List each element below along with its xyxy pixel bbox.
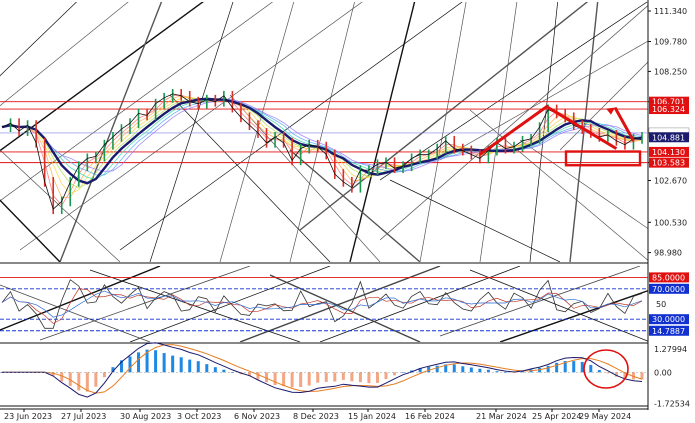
macd-y-tick-label: -1.72534 — [654, 400, 690, 409]
macd-histogram-bar — [307, 372, 311, 386]
x-tick-label: 15 Jan 2024 — [348, 412, 396, 421]
x-tick-label: 30 Aug 2023 — [120, 412, 171, 421]
macd-histogram-bar — [384, 372, 388, 380]
macd-histogram-bar — [572, 361, 576, 373]
macd-histogram-bar — [589, 364, 593, 373]
macd-y-tick-label: 1.27994 — [654, 345, 687, 354]
x-tick-label: 29 May 2024 — [579, 412, 631, 421]
macd-histogram-bar — [273, 372, 277, 385]
y-tick-label: 108.250 — [654, 67, 687, 76]
macd-histogram-bar — [128, 356, 132, 373]
price-level-tag-label: 103.583 — [652, 159, 685, 168]
y-tick-label: 102.670 — [654, 176, 687, 185]
macd-histogram-bar — [282, 372, 286, 387]
macd-histogram-bar — [393, 372, 397, 376]
macd-histogram-bar — [435, 365, 439, 373]
macd-histogram-bar — [299, 372, 303, 388]
macd-histogram-bar — [179, 357, 183, 373]
macd-histogram-bar — [222, 369, 226, 373]
x-tick-label: 21 Mar 2024 — [476, 412, 527, 421]
macd-histogram-bar — [546, 365, 550, 373]
macd-histogram-bar — [85, 372, 89, 392]
macd-histogram-bar — [375, 372, 379, 383]
macd-histogram-bar — [452, 364, 456, 373]
macd-histogram-bar — [196, 361, 200, 373]
macd-histogram-bar — [333, 372, 337, 382]
macd-y-tick-label: 0.00 — [654, 368, 672, 377]
macd-histogram-bar — [367, 372, 371, 384]
x-tick-label: 23 Jun 2023 — [4, 412, 52, 421]
price-level-tag-label: 106.324 — [652, 105, 685, 114]
chart-container: 111.340109.780108.250105.103102.670100.5… — [0, 0, 695, 423]
macd-histogram-bar — [154, 350, 158, 373]
macd-histogram-bar — [256, 372, 260, 380]
price-level-tag-label: 104.130 — [652, 148, 685, 157]
macd-histogram-bar — [341, 372, 345, 380]
rsi-level-tag-label: 85.0000 — [652, 273, 685, 282]
y-tick-label: 100.530 — [654, 218, 687, 227]
x-tick-label: 16 Feb 2024 — [405, 412, 455, 421]
chart-canvas: 111.340109.780108.250105.103102.670100.5… — [0, 0, 695, 423]
rsi-level-tag-label: 70.0000 — [652, 285, 685, 294]
price-level-tag-label: 104.881 — [652, 133, 685, 142]
macd-histogram-bar — [102, 372, 106, 378]
macd-histogram-bar — [358, 372, 362, 383]
rsi-level-tag-label: 30.0000 — [652, 315, 685, 324]
macd-histogram-bar — [162, 353, 166, 373]
rsi-level-tag-label: 14.7887 — [652, 327, 685, 336]
macd-histogram-bar — [290, 372, 294, 388]
macd-histogram-bar — [205, 364, 209, 373]
x-tick-label: 8 Dec 2023 — [293, 412, 339, 421]
macd-histogram-bar — [555, 362, 559, 373]
macd-histogram-bar — [137, 352, 141, 373]
macd-histogram-bar — [94, 372, 98, 387]
macd-histogram-bar — [478, 368, 482, 373]
y-tick-label: 109.780 — [654, 37, 687, 46]
macd-histogram-bar — [461, 366, 465, 373]
macd-histogram-bar — [213, 367, 217, 373]
macd-histogram-bar — [77, 372, 81, 391]
macd-histogram-bar — [316, 372, 320, 383]
x-tick-label: 27 Jul 2023 — [61, 412, 106, 421]
macd-histogram-bar — [486, 369, 490, 373]
macd-histogram-bar — [350, 372, 354, 382]
y-tick-label: 111.340 — [654, 7, 687, 16]
macd-histogram-bar — [60, 372, 64, 382]
x-tick-label: 3 Oct 2023 — [177, 412, 221, 421]
x-tick-label: 25 Apr 2024 — [532, 412, 581, 421]
x-tick-label: 6 Nov 2023 — [234, 412, 280, 421]
macd-histogram-bar — [188, 359, 192, 373]
macd-histogram-bar — [171, 355, 175, 373]
macd-histogram-bar — [469, 367, 473, 373]
macd-histogram-bar — [597, 370, 601, 373]
y-tick-label: 98.980 — [654, 249, 682, 258]
rsi-y-tick-label: 50 — [656, 300, 666, 309]
macd-histogram-bar — [324, 372, 328, 382]
